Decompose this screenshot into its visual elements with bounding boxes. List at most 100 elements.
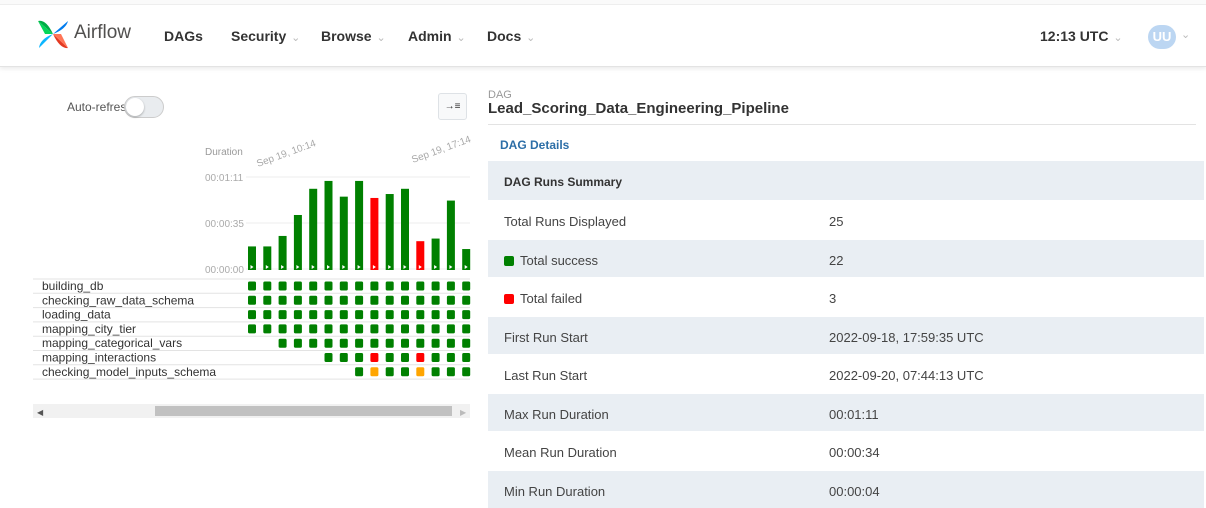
brand-name[interactable]: Airflow xyxy=(74,22,131,44)
nav-dags[interactable]: DAGs xyxy=(164,28,203,44)
run-duration-bar[interactable] xyxy=(447,201,455,270)
task-instance-square[interactable] xyxy=(340,324,348,333)
task-instance-square[interactable] xyxy=(309,310,317,319)
task-instance-square[interactable] xyxy=(401,353,409,362)
task-instance-square[interactable] xyxy=(416,367,424,376)
task-instance-square[interactable] xyxy=(248,324,256,333)
task-instance-square[interactable] xyxy=(401,282,409,291)
task-instance-square[interactable] xyxy=(248,282,256,291)
task-name[interactable]: checking_raw_data_schema xyxy=(42,293,194,307)
task-instance-square[interactable] xyxy=(325,310,333,319)
task-instance-square[interactable] xyxy=(401,296,409,305)
task-instance-square[interactable] xyxy=(416,310,424,319)
task-instance-square[interactable] xyxy=(401,367,409,376)
task-instance-square[interactable] xyxy=(370,353,378,362)
nav-docs[interactable]: Docs ⌄ xyxy=(487,28,535,44)
task-instance-square[interactable] xyxy=(340,282,348,291)
run-duration-bar[interactable] xyxy=(401,189,409,270)
task-instance-square[interactable] xyxy=(340,310,348,319)
task-instance-square[interactable] xyxy=(248,310,256,319)
task-name[interactable]: mapping_interactions xyxy=(42,351,156,365)
run-duration-bar[interactable] xyxy=(294,215,302,270)
task-instance-square[interactable] xyxy=(355,324,363,333)
task-instance-square[interactable] xyxy=(447,339,455,348)
task-instance-square[interactable] xyxy=(416,353,424,362)
task-instance-square[interactable] xyxy=(462,310,470,319)
task-instance-square[interactable] xyxy=(447,367,455,376)
task-instance-square[interactable] xyxy=(355,339,363,348)
task-instance-square[interactable] xyxy=(462,324,470,333)
nav-security[interactable]: Security ⌄ xyxy=(231,28,300,44)
task-instance-square[interactable] xyxy=(370,339,378,348)
task-instance-square[interactable] xyxy=(416,339,424,348)
task-instance-square[interactable] xyxy=(370,367,378,376)
task-name[interactable]: checking_model_inputs_schema xyxy=(42,365,216,379)
task-instance-square[interactable] xyxy=(355,367,363,376)
task-instance-square[interactable] xyxy=(325,353,333,362)
scrollbar-thumb[interactable] xyxy=(155,406,452,416)
task-instance-square[interactable] xyxy=(386,282,394,291)
task-instance-square[interactable] xyxy=(370,282,378,291)
task-instance-square[interactable] xyxy=(462,367,470,376)
task-name[interactable]: building_db xyxy=(42,279,104,293)
scroll-left-icon[interactable]: ◀ xyxy=(37,408,44,417)
dag-name[interactable]: Lead_Scoring_Data_Engineering_Pipeline xyxy=(488,100,789,117)
run-duration-bar[interactable] xyxy=(340,197,348,270)
task-name[interactable]: mapping_city_tier xyxy=(42,322,136,336)
task-instance-square[interactable] xyxy=(263,310,271,319)
task-instance-square[interactable] xyxy=(340,296,348,305)
run-duration-bar[interactable] xyxy=(370,198,378,270)
user-avatar[interactable]: UU xyxy=(1148,25,1176,49)
task-instance-square[interactable] xyxy=(432,339,440,348)
task-instance-square[interactable] xyxy=(386,296,394,305)
task-instance-square[interactable] xyxy=(462,296,470,305)
run-duration-bar[interactable] xyxy=(279,236,287,270)
task-instance-square[interactable] xyxy=(401,339,409,348)
tab-dag-details[interactable]: DAG Details xyxy=(500,138,569,152)
task-instance-square[interactable] xyxy=(416,324,424,333)
task-instance-square[interactable] xyxy=(386,310,394,319)
task-instance-square[interactable] xyxy=(432,353,440,362)
task-instance-square[interactable] xyxy=(325,324,333,333)
task-instance-square[interactable] xyxy=(248,296,256,305)
task-instance-square[interactable] xyxy=(279,339,287,348)
task-instance-square[interactable] xyxy=(309,339,317,348)
task-instance-square[interactable] xyxy=(325,339,333,348)
task-instance-square[interactable] xyxy=(309,324,317,333)
task-instance-square[interactable] xyxy=(401,310,409,319)
task-instance-square[interactable] xyxy=(447,282,455,291)
task-instance-square[interactable] xyxy=(355,282,363,291)
task-instance-square[interactable] xyxy=(386,353,394,362)
task-instance-square[interactable] xyxy=(294,282,302,291)
run-duration-bar[interactable] xyxy=(309,189,317,270)
task-instance-square[interactable] xyxy=(340,339,348,348)
task-instance-square[interactable] xyxy=(447,296,455,305)
task-instance-square[interactable] xyxy=(355,353,363,362)
run-duration-bar[interactable] xyxy=(432,239,440,270)
task-instance-square[interactable] xyxy=(355,310,363,319)
task-instance-square[interactable] xyxy=(386,324,394,333)
run-duration-bar[interactable] xyxy=(416,241,424,270)
task-instance-square[interactable] xyxy=(279,296,287,305)
task-instance-square[interactable] xyxy=(263,282,271,291)
task-instance-square[interactable] xyxy=(294,296,302,305)
task-instance-square[interactable] xyxy=(432,367,440,376)
task-instance-square[interactable] xyxy=(279,324,287,333)
task-instance-square[interactable] xyxy=(432,282,440,291)
nav-admin[interactable]: Admin ⌄ xyxy=(408,28,466,44)
task-instance-square[interactable] xyxy=(447,310,455,319)
task-instance-square[interactable] xyxy=(263,324,271,333)
task-instance-square[interactable] xyxy=(462,353,470,362)
task-instance-square[interactable] xyxy=(279,282,287,291)
task-instance-square[interactable] xyxy=(432,310,440,319)
task-instance-square[interactable] xyxy=(462,282,470,291)
run-duration-bar[interactable] xyxy=(386,194,394,270)
timezone-clock[interactable]: 12:13 UTC ⌄ xyxy=(1040,28,1123,44)
task-name[interactable]: loading_data xyxy=(42,308,111,322)
task-instance-square[interactable] xyxy=(370,324,378,333)
task-instance-square[interactable] xyxy=(340,353,348,362)
task-instance-square[interactable] xyxy=(263,296,271,305)
run-duration-bar[interactable] xyxy=(325,181,333,270)
airflow-pinwheel-icon[interactable] xyxy=(36,17,70,51)
task-instance-square[interactable] xyxy=(355,296,363,305)
